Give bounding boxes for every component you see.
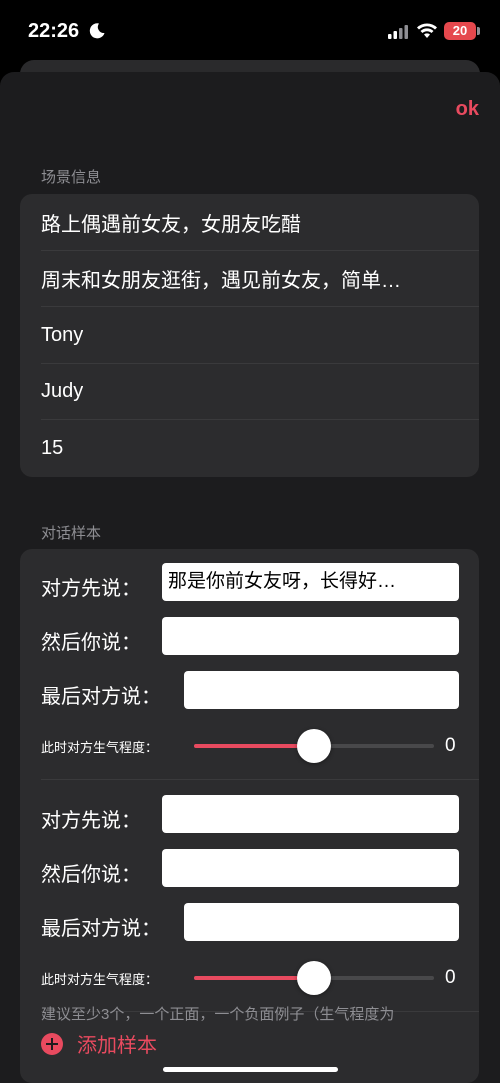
plus-circle-icon	[41, 1032, 63, 1055]
opponent-last-input[interactable]	[184, 903, 459, 941]
scene-title-row[interactable]: 路上偶遇前女友，女朋友吃醋	[20, 194, 479, 251]
status-time: 22:26	[28, 20, 80, 42]
opponent-first-input[interactable]	[162, 795, 459, 833]
signal-icon	[388, 25, 408, 39]
opponent-last-label: 最后对方说：	[41, 686, 161, 708]
scene-partner-name-row[interactable]: Judy	[20, 364, 479, 421]
scene-section-header: 场景信息	[41, 169, 102, 186]
scene-description-row[interactable]: 周末和女朋友逛街，遇见前女友，简单…	[20, 251, 479, 308]
self-name: Tony	[41, 323, 84, 346]
anger-slider-thumb[interactable]	[297, 729, 331, 763]
anger-slider-thumb[interactable]	[297, 961, 331, 995]
you-say-label: 然后你说：	[41, 632, 141, 654]
add-sample-label: 添加样本	[77, 1035, 157, 1057]
opponent-first-label: 对方先说：	[41, 578, 141, 600]
you-say-input[interactable]	[162, 617, 459, 655]
wifi-icon	[417, 23, 437, 38]
anger-level-label: 此时对方生气程度：	[41, 972, 159, 987]
anger-level-slider[interactable]	[194, 729, 434, 763]
opponent-first-input[interactable]: 那是你前女友呀，长得好…	[162, 563, 459, 601]
sample-divider	[41, 779, 479, 780]
scene-self-name-row[interactable]: Tony	[20, 307, 479, 364]
anger-level-slider[interactable]	[194, 961, 434, 995]
moon-icon	[89, 23, 105, 39]
opponent-last-label: 最后对方说：	[41, 918, 161, 940]
modal-sheet: ok 场景信息 路上偶遇前女友，女朋友吃醋 周末和女朋友逛街，遇见前女友，简单……	[0, 72, 500, 1083]
anger-level-label: 此时对方生气程度：	[41, 740, 159, 755]
anger-slider-fill	[194, 744, 314, 748]
opponent-last-input[interactable]	[184, 671, 459, 709]
ok-button[interactable]: ok	[456, 98, 479, 121]
scene-description: 周末和女朋友逛街，遇见前女友，简单…	[41, 270, 401, 293]
battery-indicator: 20	[444, 22, 476, 40]
you-say-label: 然后你说：	[41, 864, 141, 886]
partner-name: Judy	[41, 380, 84, 403]
scene-title: 路上偶遇前女友，女朋友吃醋	[41, 213, 301, 236]
footer-hint: 建议至少3个，一个正面，一个负面例子（生气程度为	[41, 1006, 395, 1023]
anger-level-value: 0	[445, 967, 456, 988]
anger-level-value: 0	[445, 735, 456, 756]
scene-card: 路上偶遇前女友，女朋友吃醋 周末和女朋友逛街，遇见前女友，简单… Tony Ju…	[20, 194, 479, 477]
opponent-first-label: 对方先说：	[41, 810, 141, 832]
you-say-input[interactable]	[162, 849, 459, 887]
scene-number: 15	[41, 436, 64, 459]
battery-cap	[477, 27, 480, 35]
dialog-section-header: 对话样本	[41, 525, 102, 542]
anger-slider-fill	[194, 976, 314, 980]
status-bar: 22:26 20	[0, 0, 500, 64]
add-sample-button[interactable]: 添加样本	[41, 1029, 157, 1058]
home-indicator	[163, 1067, 338, 1072]
scene-number-row[interactable]: 15	[20, 420, 479, 477]
